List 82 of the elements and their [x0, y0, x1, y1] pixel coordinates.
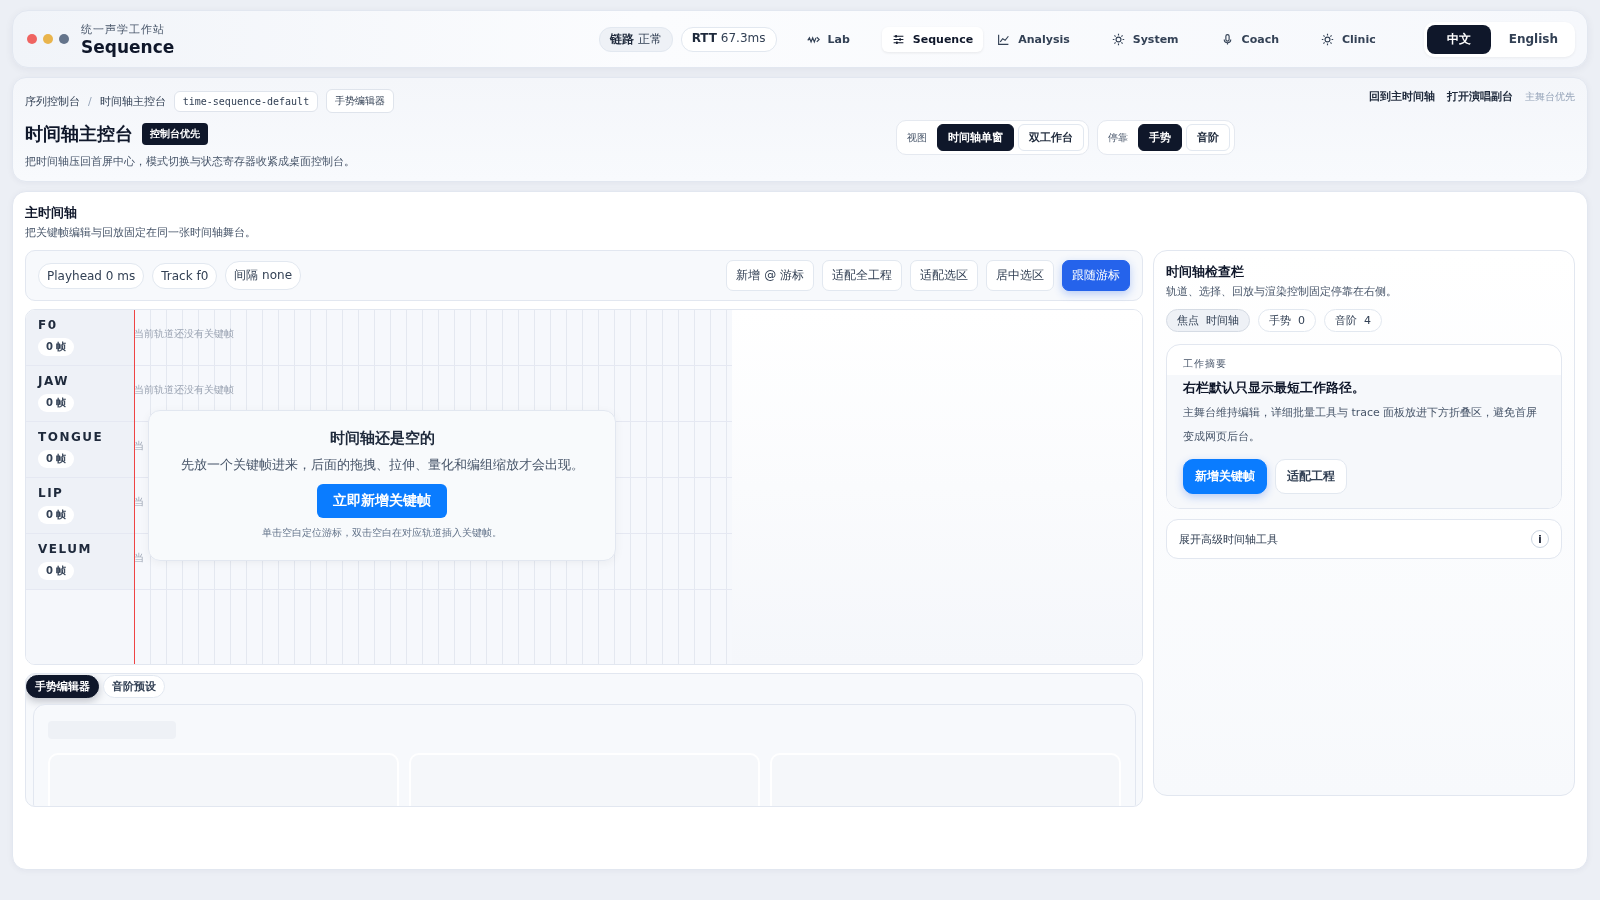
nav-tab[interactable]: Clinic: [1311, 26, 1386, 52]
segment-label: 视图: [907, 130, 927, 145]
track-name: LIP: [38, 486, 65, 500]
empty-title: 时间轴还是空的: [329, 429, 435, 448]
toolbar-button[interactable]: 跟随游标: [1062, 260, 1130, 291]
segment-option[interactable]: 时间轴单窗: [937, 124, 1014, 151]
inspector-title: 时间轴检查栏: [1166, 263, 1245, 281]
header-link[interactable]: 回到主时间轴: [1369, 89, 1435, 104]
advanced-tools-toggle[interactable]: 展开高级时间轴工具 i: [1166, 519, 1562, 559]
page-description: 把时间轴压回首屏中心，模式切换与状态寄存器收紧成桌面控制台。: [25, 154, 356, 169]
section-title: 主时间轴: [25, 204, 78, 222]
track-name: TONGUE: [38, 430, 105, 444]
toolbar-button[interactable]: 适配全工程: [822, 260, 902, 291]
frame-count: 0 帧: [38, 450, 75, 468]
status-badge: 控制台优先: [142, 123, 208, 145]
status-pill: RTT 67.3ms: [680, 26, 777, 52]
summary-button[interactable]: 新增关键帧: [1183, 459, 1267, 494]
info-chip: 间隔 none: [225, 261, 302, 290]
nav-tab[interactable]: Sequence: [881, 26, 984, 52]
segment-label: 停靠: [1108, 130, 1128, 145]
segment-option[interactable]: 手势: [1138, 124, 1182, 151]
info-chip: Playhead 0 ms: [38, 262, 145, 289]
info-chip: Track f0: [152, 262, 218, 289]
window-control[interactable]: [27, 34, 37, 44]
header-note: 主舞台优先: [1525, 89, 1575, 104]
summary-title: 右栏默认只显示最短工作路径。: [1183, 379, 1366, 397]
advanced-label: 展开高级时间轴工具: [1179, 531, 1278, 547]
sliders-icon: [891, 32, 905, 46]
breadcrumb-tag: time-sequence-default: [173, 90, 319, 112]
language-option[interactable]: 中文: [1426, 24, 1491, 54]
sun-icon: [1111, 32, 1125, 46]
window-title: Sequence: [81, 36, 175, 57]
frame-count: 0 帧: [38, 506, 75, 524]
inspector-description: 轨道、选择、回放与渲染控制固定停靠在右侧。: [1166, 284, 1398, 299]
track-header[interactable]: TONGUE 0 帧: [26, 422, 134, 477]
track-name: F0: [38, 318, 59, 332]
nav-tab[interactable]: Coach: [1210, 26, 1289, 52]
empty-track-text: 当: [134, 440, 144, 451]
state-chip[interactable]: 音阶 4: [1324, 309, 1382, 332]
empty-track-text: 当前轨道还没有关键帧: [134, 384, 234, 395]
empty-track-text: 当: [134, 496, 144, 507]
add-keyframe-button[interactable]: 立即新增关键帧: [317, 484, 447, 518]
editor-tab[interactable]: 音阶预设: [103, 675, 165, 698]
nav-tab[interactable]: System: [1101, 26, 1189, 52]
frame-count: 0 帧: [38, 338, 75, 356]
toolbar-button[interactable]: 新增 @ 游标: [726, 260, 814, 291]
track-header[interactable]: VELUM 0 帧: [26, 534, 134, 589]
track-name: JAW: [38, 374, 70, 388]
summary-button[interactable]: 适配工程: [1275, 459, 1347, 494]
window-control[interactable]: [59, 34, 69, 44]
app-subtitle: 统一声学工作站: [81, 21, 166, 37]
empty-track-text: 当: [134, 552, 144, 563]
empty-track-text: 当前轨道还没有关键帧: [134, 328, 234, 339]
language-option[interactable]: English: [1494, 24, 1572, 54]
toolbar-button[interactable]: 居中选区: [986, 260, 1054, 291]
state-chip[interactable]: 焦点 时间轴: [1166, 309, 1250, 332]
breadcrumb-item[interactable]: 序列控制台: [25, 93, 80, 109]
breadcrumb-separator: /: [88, 94, 92, 108]
track-header[interactable]: LIP 0 帧: [26, 478, 134, 533]
status-pill: 链路 正常: [598, 26, 673, 52]
track-name: VELUM: [38, 542, 93, 556]
state-chip[interactable]: 手势 0: [1258, 309, 1316, 332]
summary-label: 工作摘要: [1182, 357, 1228, 371]
editor-tab[interactable]: 手势编辑器: [26, 675, 99, 698]
breadcrumb-item[interactable]: 时间轴主控台: [99, 93, 166, 109]
segment-option[interactable]: 音阶: [1186, 124, 1230, 151]
frame-count: 0 帧: [38, 562, 75, 580]
nav-tab[interactable]: Analysis: [987, 26, 1080, 52]
segment-option[interactable]: 双工作台: [1018, 124, 1084, 151]
frame-count: 0 帧: [38, 394, 75, 412]
nav-tab[interactable]: Lab: [796, 26, 860, 52]
line-chart-icon: [997, 32, 1011, 46]
track-header[interactable]: F0 0 帧: [26, 310, 134, 365]
empty-description: 先放一个关键帧进来，后面的拖拽、拉伸、量化和编组缩放才会出现。: [180, 456, 584, 474]
sun-icon: [1321, 32, 1334, 46]
toolbar-button[interactable]: 适配选区: [910, 260, 978, 291]
summary-text: 主舞台维持编辑，详细批量工具与 trace 面板放进下方折叠区，避免首屏变成网页后台。: [1183, 405, 1539, 445]
section-description: 把关键帧编辑与回放固定在同一张时间轴舞台。: [25, 225, 257, 240]
breadcrumb-tag: 手势编辑器: [326, 89, 395, 113]
track-header[interactable]: JAW 0 帧: [26, 366, 134, 421]
page-title: 时间轴主控台: [25, 122, 133, 146]
header-link[interactable]: 打开演唱副台: [1447, 89, 1513, 104]
